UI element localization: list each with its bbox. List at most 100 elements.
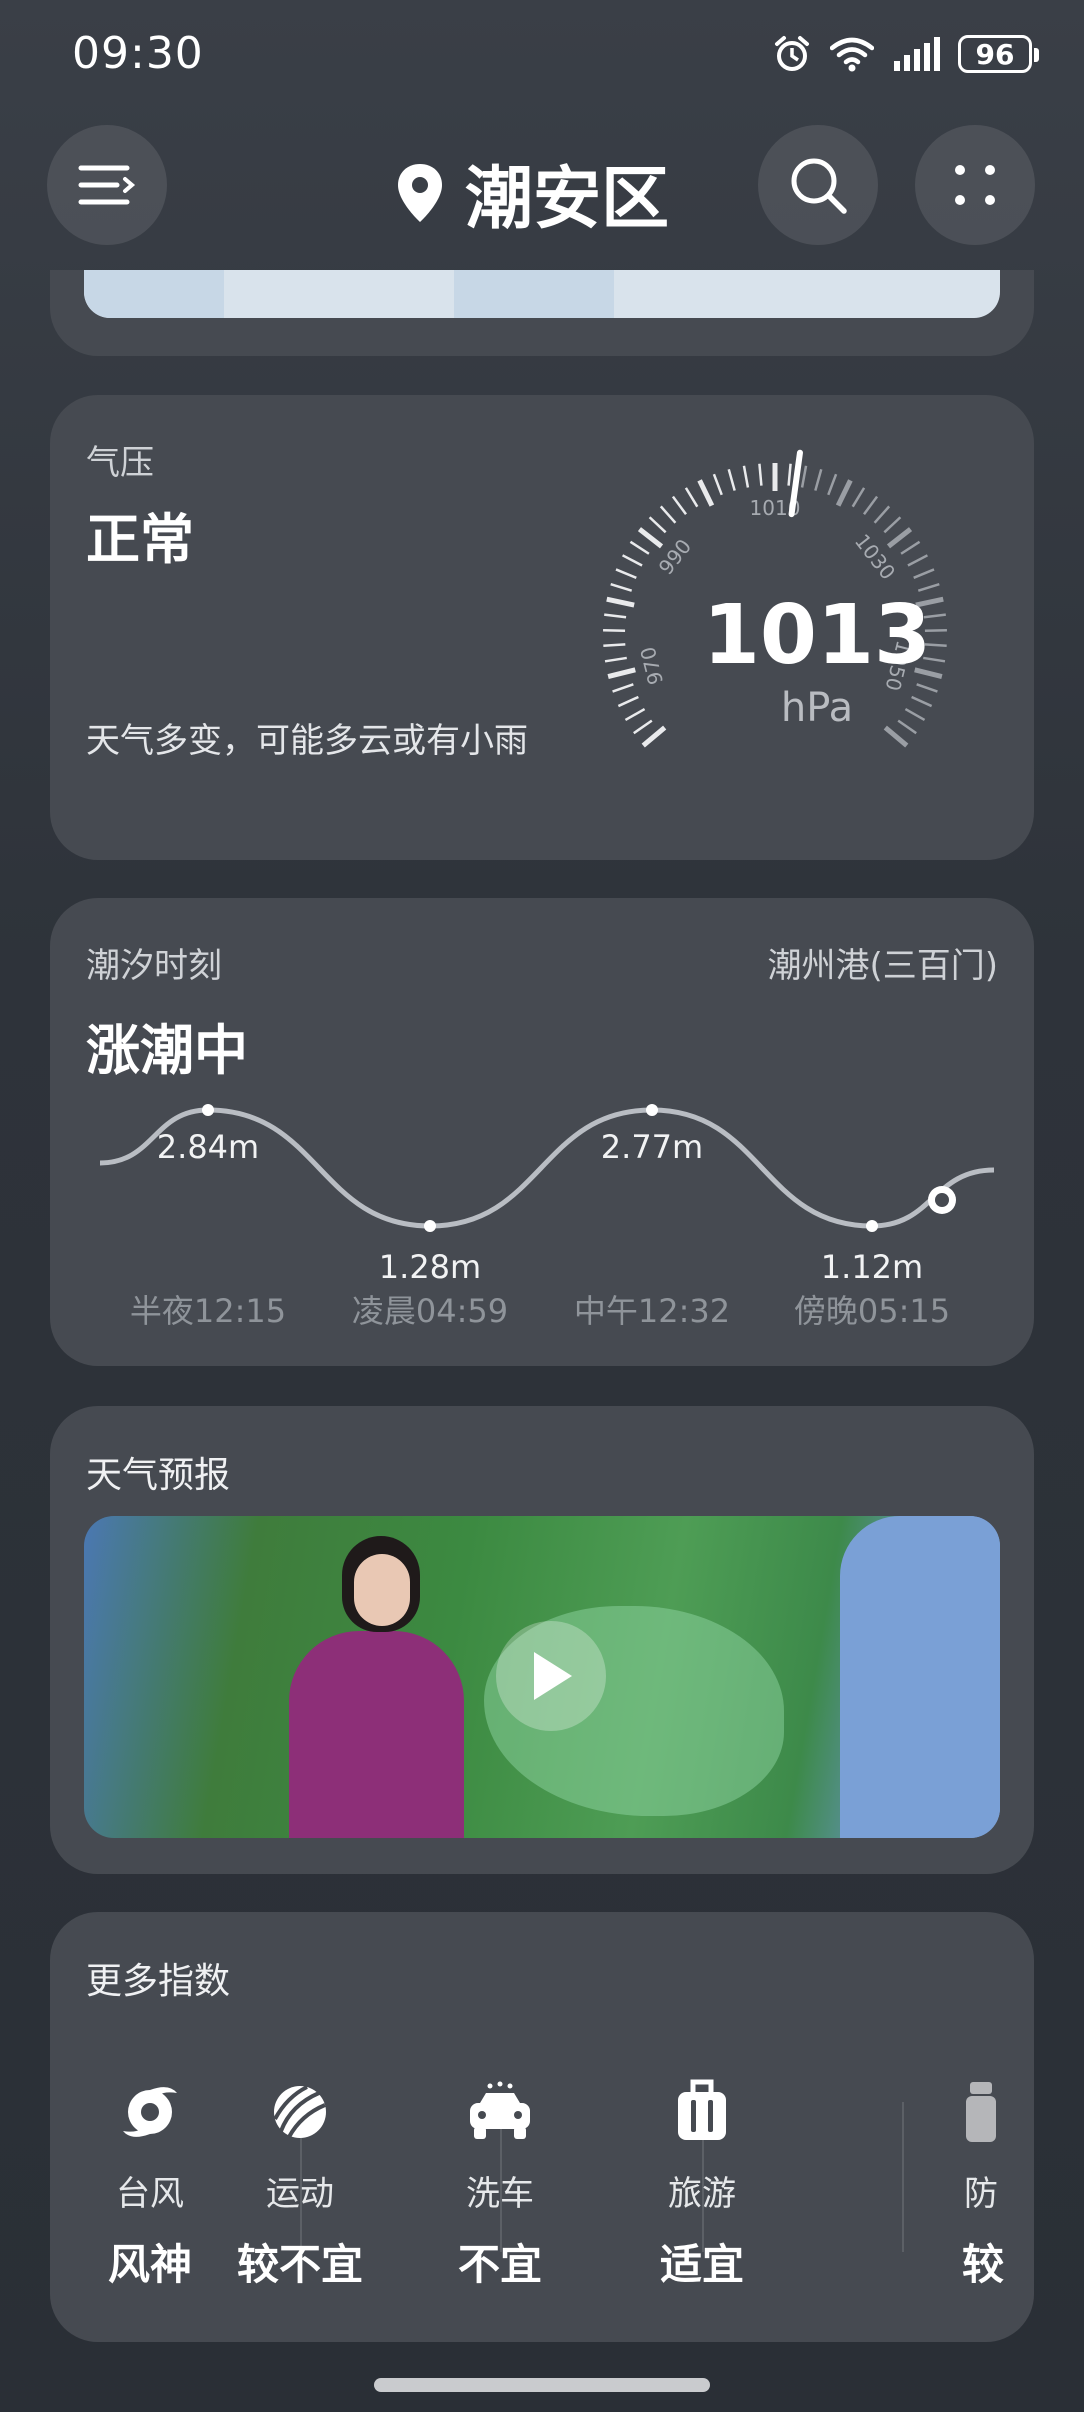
gauge-tick: [883, 725, 909, 748]
battery-indicator: 96: [958, 35, 1039, 73]
tide-time-label: 凌晨04:59: [352, 1292, 508, 1330]
index-item-sunscreen[interactable]: 防 较: [934, 2072, 1034, 2292]
map-card[interactable]: [50, 270, 1034, 356]
gauge-tick: [606, 596, 635, 608]
location-name: 潮安区: [465, 160, 670, 239]
forecast-card[interactable]: 天气预报: [50, 1406, 1034, 1874]
tide-point: [646, 1104, 658, 1116]
status-bar: 09:30 96: [0, 0, 1084, 100]
typhoon-icon: [123, 2087, 177, 2137]
gauge-tick: [617, 695, 639, 708]
indices-card: 更多指数 台风 风神 运动 较不宜 洗车 不宜 旅游 适宜 防 较: [50, 1912, 1034, 2342]
wifi-icon: [830, 37, 874, 72]
gauge-tick: [873, 505, 891, 524]
tide-point: [866, 1220, 878, 1232]
status-icons: 96: [772, 34, 1039, 74]
gauge-tick: [851, 487, 866, 508]
pressure-description: 天气多变，可能多云或有小雨: [86, 721, 528, 761]
gauge-tick: [603, 643, 626, 648]
map-land: [454, 270, 614, 318]
index-item-carwash[interactable]: 洗车 不宜: [400, 2072, 600, 2292]
pressure-unit: hPa: [781, 685, 853, 731]
sport-ball-icon: [273, 2085, 326, 2138]
tide-height-label: 1.28m: [379, 1248, 481, 1286]
gauge-tick: [612, 683, 634, 693]
gauge-tick: [604, 613, 627, 619]
play-button[interactable]: [496, 1621, 606, 1731]
gauge-tick: [913, 568, 935, 579]
search-icon: [791, 158, 847, 214]
forecast-label: 天气预报: [86, 1455, 231, 1496]
gauge-tick: [787, 463, 792, 486]
pressure-status: 正常: [86, 508, 194, 571]
gauge-tick: [814, 468, 823, 491]
gauge-tick: [621, 554, 643, 567]
gauge-tick: [624, 708, 646, 722]
more-dots-icon: [955, 165, 995, 205]
home-indicator[interactable]: [374, 2378, 710, 2392]
tide-status: 涨潮中: [86, 1019, 248, 1082]
index-value: 较不宜: [236, 2240, 363, 2289]
gauge-tick: [712, 473, 723, 496]
presenter-body: [289, 1631, 464, 1838]
gauge-tick: [604, 656, 627, 663]
divider: [902, 2102, 904, 2252]
alarm-icon: [775, 36, 809, 71]
menu-button[interactable]: [47, 125, 167, 245]
gauge-tick: [904, 708, 926, 722]
tide-time-label: 傍晚05:15: [794, 1292, 950, 1330]
gauge-tick: [886, 527, 913, 549]
tide-current-marker-inner: [935, 1193, 949, 1207]
index-name: 洗车: [466, 2174, 534, 2214]
map-thumbnail: [84, 270, 1000, 318]
index-name: 防: [964, 2174, 998, 2214]
gauge-tick: [897, 719, 917, 735]
menu-icon: [78, 165, 136, 205]
location-title[interactable]: 潮安区: [395, 143, 669, 242]
pressure-value: 1013: [703, 588, 931, 683]
search-button[interactable]: [758, 125, 878, 245]
tide-time-label: 中午12:32: [574, 1292, 730, 1330]
gauge-tick: [911, 695, 933, 708]
location-pin-icon: [398, 163, 442, 222]
gauge-tick: [641, 725, 667, 748]
presenter-face: [354, 1554, 410, 1626]
top-header: 潮安区: [0, 125, 1084, 255]
index-value: 不宜: [457, 2240, 542, 2289]
gauge-tick: [648, 516, 667, 534]
tide-station[interactable]: 潮州港(三百门): [767, 938, 998, 987]
more-button[interactable]: [915, 125, 1035, 245]
gauge-tick: [827, 473, 838, 496]
gauge-tick: [615, 568, 637, 579]
car-wash-icon: [470, 2081, 530, 2139]
gauge-tick: [800, 465, 808, 488]
gauge-tick: [629, 540, 650, 555]
gauge-tick: [916, 683, 938, 693]
gauge-tick: [684, 487, 699, 508]
indices-row[interactable]: 台风 风神 运动 较不宜 洗车 不宜 旅游 适宜 防 较: [50, 2072, 1034, 2292]
pressure-label: 气压: [86, 443, 154, 483]
tide-point: [424, 1220, 436, 1232]
gauge-tick-label: 970: [636, 644, 669, 687]
gauge-tick: [633, 719, 653, 735]
gauge-tick: [758, 463, 763, 486]
tide-height-label: 2.84m: [157, 1128, 259, 1166]
gauge-tick: [697, 479, 715, 507]
gauge-tick: [607, 667, 636, 680]
gauge-tick: [835, 479, 853, 507]
gauge-tick: [659, 505, 677, 524]
tide-height-label: 2.77m: [601, 1128, 703, 1166]
pressure-card[interactable]: 气压 正常 天气多变，可能多云或有小雨 970 990 1010 1030 1050 1…: [50, 395, 1034, 860]
video-sea: [840, 1516, 1000, 1838]
forecast-video-thumbnail[interactable]: [84, 1516, 1000, 1838]
index-name: 旅游: [668, 2174, 736, 2214]
indices-label: 更多指数: [86, 1961, 231, 2002]
signal-icon: [894, 37, 940, 71]
index-item-sport[interactable]: 运动 较不宜: [200, 2072, 400, 2292]
gauge-tick: [603, 628, 626, 633]
luggage-icon: [678, 2079, 726, 2140]
tide-card[interactable]: 2.84m 半夜12:15 1.28m 凌晨04:59 2.77m 中午12:32 1.12…: [50, 898, 1034, 1366]
map-land: [84, 270, 224, 318]
index-item-travel[interactable]: 旅游 适宜: [602, 2072, 802, 2292]
index-value: 较: [962, 2240, 1005, 2289]
